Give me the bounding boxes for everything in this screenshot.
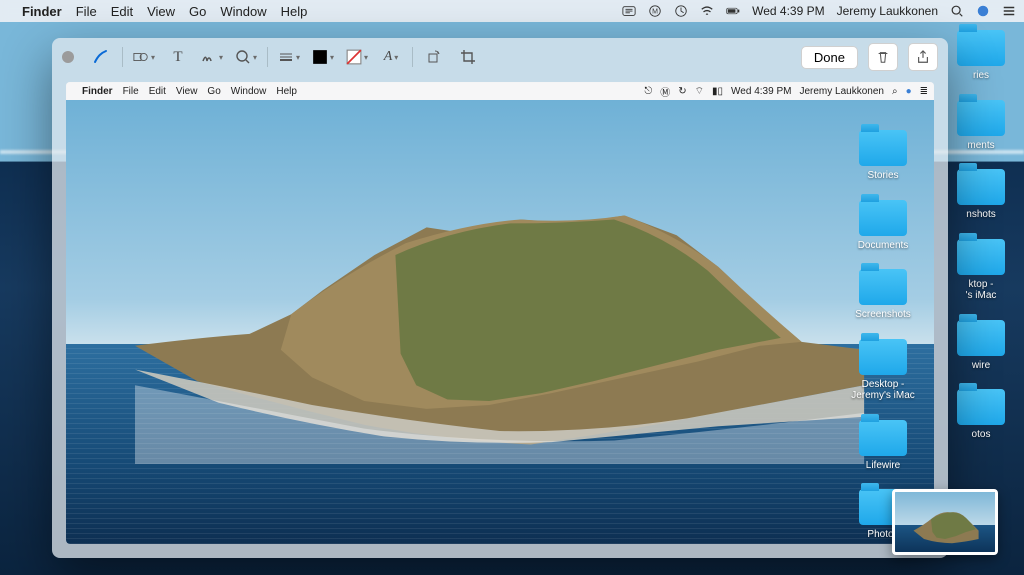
wifi-icon[interactable]	[700, 4, 714, 18]
editor-toolbar: ▾ T ▾ ▾ ▾ ▾ ▾ A▾ Done	[52, 38, 948, 76]
thumbnail-island	[905, 504, 985, 546]
sign-tool[interactable]: ▾	[197, 44, 227, 70]
screenshot-thumbnail[interactable]	[892, 489, 998, 555]
folder-outer-0[interactable]: ries	[946, 30, 1016, 82]
chevron-down-icon: ▾	[296, 53, 300, 62]
chevron-down-icon: ▾	[394, 53, 398, 62]
menu-window[interactable]: Window	[220, 4, 266, 19]
folder-desktop-imac[interactable]: Desktop - Jeremy's iMac	[848, 339, 918, 402]
folder-outer-3[interactable]: ktop - 's iMac	[946, 239, 1016, 302]
line-style-tool[interactable]: ▾	[274, 44, 304, 70]
menu-file[interactable]: File	[76, 4, 97, 19]
chevron-down-icon: ▾	[364, 53, 368, 62]
chevron-down-icon: ▾	[330, 53, 334, 62]
menubar-outer: Finder File Edit View Go Window Help M W…	[0, 0, 1024, 22]
folder-icon	[859, 339, 907, 375]
rotate-tool[interactable]	[419, 44, 449, 70]
folder-icon	[859, 269, 907, 305]
separator	[412, 47, 413, 67]
inner-status-icon: Ⓜ	[660, 84, 670, 99]
inner-menu-edit: Edit	[149, 86, 166, 97]
menu-help[interactable]: Help	[281, 4, 308, 19]
folder-icon	[957, 320, 1005, 356]
menubar-user[interactable]: Jeremy Laukkonen	[837, 4, 938, 18]
inner-menu-go: Go	[207, 86, 220, 97]
folder-documents[interactable]: Documents	[848, 200, 918, 252]
menubar-clock[interactable]: Wed 4:39 PM	[752, 4, 824, 18]
chevron-down-icon: ▾	[219, 53, 223, 62]
text-tool[interactable]: T	[163, 44, 193, 70]
share-button[interactable]	[908, 43, 938, 71]
close-window-button[interactable]	[62, 51, 74, 63]
text-style-tool[interactable]: A▾	[376, 44, 406, 70]
status-icon-2[interactable]: M	[648, 4, 662, 18]
inner-desktop: Stories Documents Screenshots Desktop - …	[66, 100, 934, 544]
inner-battery-icon: ▮▯	[712, 86, 723, 97]
chevron-down-icon: ▾	[151, 53, 155, 62]
folder-icon	[957, 239, 1005, 275]
inner-status-icon: ⎋	[644, 86, 652, 97]
siri-icon[interactable]	[976, 4, 990, 18]
battery-icon[interactable]	[726, 4, 740, 18]
chevron-down-icon: ▾	[253, 53, 257, 62]
folder-screenshots[interactable]: Screenshots	[848, 269, 918, 321]
inner-menu-file: File	[123, 86, 139, 97]
folder-outer-4[interactable]: wire	[946, 320, 1016, 372]
desktop-folders-outer: ries ments nshots ktop - 's iMac wire ot…	[946, 30, 1016, 441]
inner-wifi-icon: ⌔	[695, 85, 704, 98]
folder-icon	[957, 389, 1005, 425]
folder-icon	[957, 169, 1005, 205]
notification-center-icon[interactable]	[1002, 4, 1016, 18]
crop-tool[interactable]	[453, 44, 483, 70]
folder-outer-2[interactable]: nshots	[946, 169, 1016, 221]
inner-menu-window: Window	[231, 86, 267, 97]
menubar-inner: Finder File Edit View Go Window Help ⎋ Ⓜ…	[66, 82, 934, 100]
inner-notification-icon: ≣	[920, 86, 928, 97]
separator	[122, 47, 123, 67]
fill-color-tool[interactable]: ▾	[342, 44, 372, 70]
stroke-color-tool[interactable]: ▾	[308, 44, 338, 70]
folder-lifewire[interactable]: Lifewire	[848, 420, 918, 472]
app-name[interactable]: Finder	[22, 4, 62, 19]
shapes-tool[interactable]: ▾	[129, 44, 159, 70]
inner-timemachine-icon: ↻	[678, 86, 686, 97]
folder-outer-1[interactable]: ments	[946, 100, 1016, 152]
inner-app-name: Finder	[82, 86, 113, 97]
screenshot-editor-window: ▾ T ▾ ▾ ▾ ▾ ▾ A▾ Done Finder File Edit V…	[52, 38, 948, 558]
folder-icon	[957, 100, 1005, 136]
folder-outer-5[interactable]: otos	[946, 389, 1016, 441]
folder-icon	[957, 30, 1005, 66]
inner-menu-help: Help	[276, 86, 297, 97]
inner-spotlight-icon: ⌕	[892, 86, 898, 97]
done-button[interactable]: Done	[801, 46, 858, 69]
folder-icon	[859, 130, 907, 166]
magnifier-tool[interactable]: ▾	[231, 44, 261, 70]
folder-icon	[859, 200, 907, 236]
desktop-folders-inner: Stories Documents Screenshots Desktop - …	[848, 130, 918, 541]
timemachine-icon[interactable]	[674, 4, 688, 18]
folder-stories[interactable]: Stories	[848, 130, 918, 182]
spotlight-icon[interactable]	[950, 4, 964, 18]
wallpaper-island	[135, 180, 864, 464]
inner-menu-view: View	[176, 86, 198, 97]
menu-go[interactable]: Go	[189, 4, 206, 19]
folder-icon	[859, 420, 907, 456]
svg-text:M: M	[652, 9, 658, 16]
inner-user: Jeremy Laukkonen	[799, 86, 884, 97]
separator	[267, 47, 268, 67]
menu-edit[interactable]: Edit	[111, 4, 133, 19]
screenshot-canvas[interactable]: Finder File Edit View Go Window Help ⎋ Ⓜ…	[66, 82, 934, 544]
pen-tool[interactable]	[86, 44, 116, 70]
menu-view[interactable]: View	[147, 4, 175, 19]
trash-button[interactable]	[868, 43, 898, 71]
inner-siri-icon: ●	[906, 86, 912, 97]
status-icon-1[interactable]	[622, 4, 636, 18]
inner-clock: Wed 4:39 PM	[731, 86, 791, 97]
